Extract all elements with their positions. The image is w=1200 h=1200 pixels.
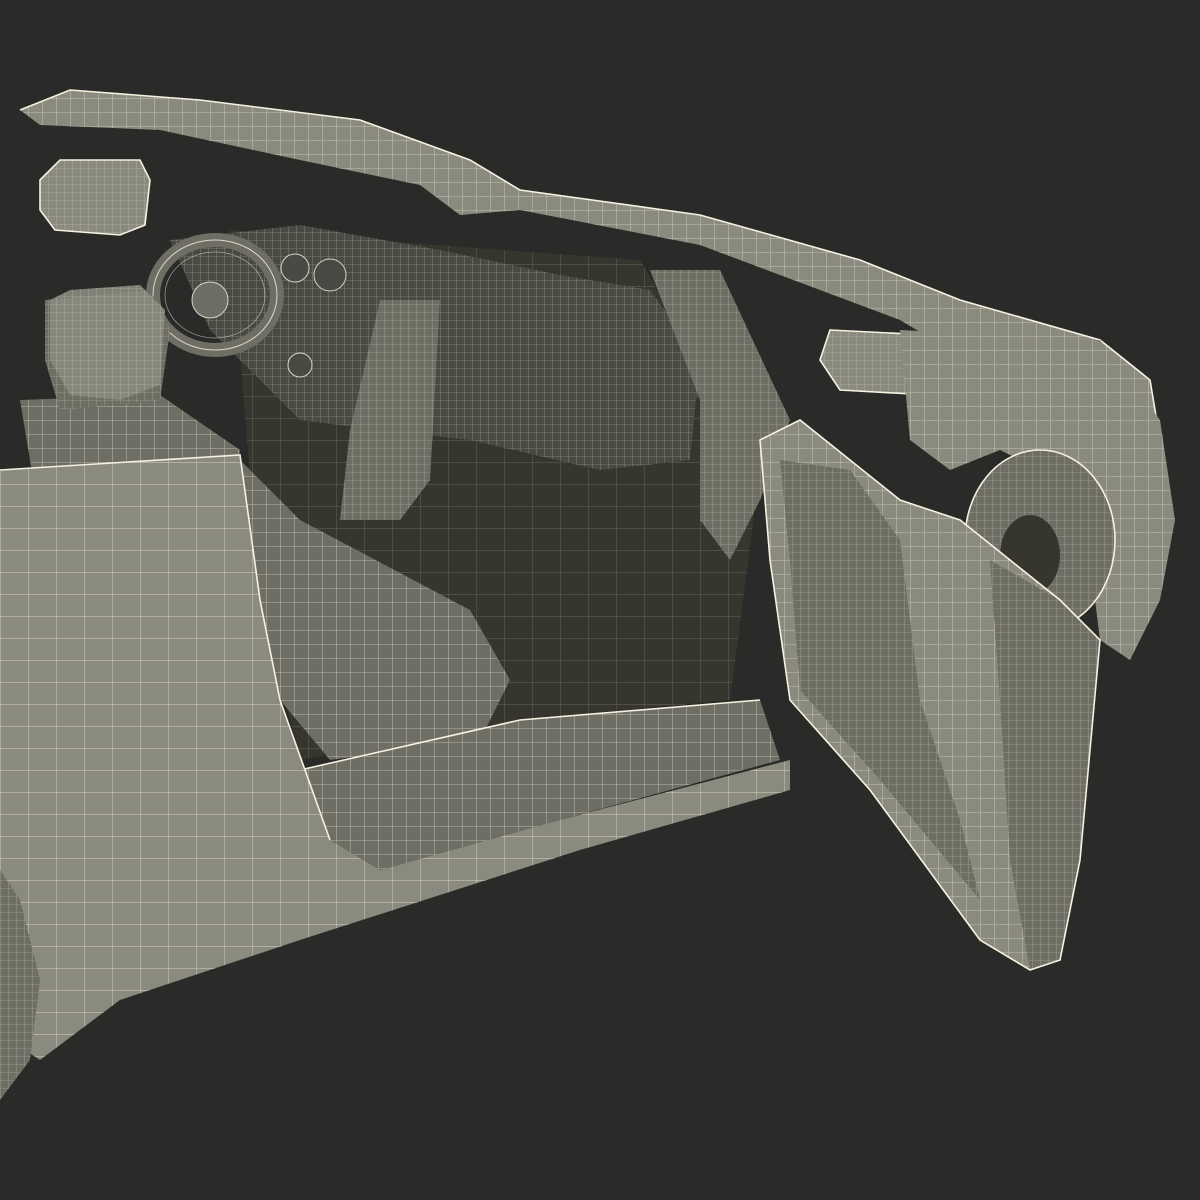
wireframe-car-render bbox=[0, 0, 1200, 1200]
headrest bbox=[50, 285, 165, 400]
render-viewport bbox=[0, 0, 1200, 1200]
rearview-mirror bbox=[39, 159, 151, 236]
